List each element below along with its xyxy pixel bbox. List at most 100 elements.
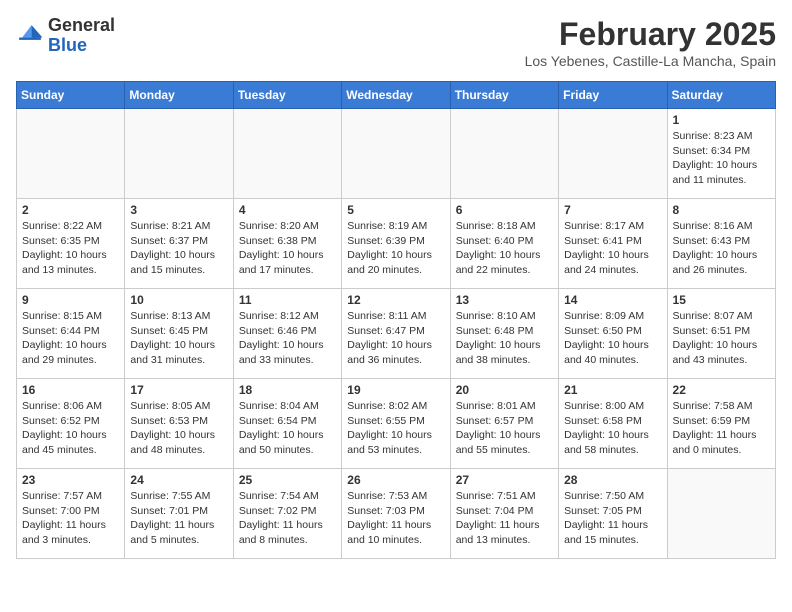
day-number: 8 <box>673 203 770 217</box>
day-info: Sunrise: 7:51 AM Sunset: 7:04 PM Dayligh… <box>456 489 553 548</box>
day-number: 21 <box>564 383 661 397</box>
calendar-day-cell <box>559 109 667 199</box>
month-year: February 2025 <box>525 16 776 53</box>
logo-icon <box>16 22 44 50</box>
day-number: 16 <box>22 383 119 397</box>
calendar-day-cell <box>342 109 450 199</box>
calendar-day-cell: 22Sunrise: 7:58 AM Sunset: 6:59 PM Dayli… <box>667 379 775 469</box>
calendar-week-row: 1Sunrise: 8:23 AM Sunset: 6:34 PM Daylig… <box>17 109 776 199</box>
calendar-week-row: 23 Sunrise: 7:57 AM Sunset: 7:00 PM Dayli… <box>17 469 776 559</box>
calendar-day-cell: 10 Sunrise: 8:13 AM Sunset: 6:45 PM Dayli… <box>125 289 233 379</box>
day-number: 13 <box>456 293 553 307</box>
logo: General Blue <box>16 16 115 56</box>
calendar-day-cell <box>233 109 341 199</box>
day-info: Sunrise: 8:13 AM Sunset: 6:45 PM Dayligh… <box>130 309 227 368</box>
day-info: Sunrise: 8:21 AM Sunset: 6:37 PM Dayligh… <box>130 219 227 278</box>
calendar-day-cell <box>17 109 125 199</box>
day-info: Sunrise: 8:22 AM Sunset: 6:35 PM Dayligh… <box>22 219 119 278</box>
day-info: Sunrise: 7:50 AM Sunset: 7:05 PM Dayligh… <box>564 489 661 548</box>
calendar-day-cell: 6 Sunrise: 8:18 AM Sunset: 6:40 PM Daylig… <box>450 199 558 289</box>
day-info: Sunrise: 8:20 AM Sunset: 6:38 PM Dayligh… <box>239 219 336 278</box>
logo-text: General Blue <box>48 16 115 56</box>
calendar-day-cell: 12 Sunrise: 8:11 AM Sunset: 6:47 PM Dayli… <box>342 289 450 379</box>
day-number: 10 <box>130 293 227 307</box>
day-info: Sunrise: 8:06 AM Sunset: 6:52 PM Dayligh… <box>22 399 119 458</box>
day-number: 27 <box>456 473 553 487</box>
day-number: 15 <box>673 293 770 307</box>
weekday-header: Saturday <box>667 82 775 109</box>
day-number: 20 <box>456 383 553 397</box>
day-number: 12 <box>347 293 444 307</box>
title-block: February 2025 Los Yebenes, Castille-La M… <box>525 16 776 69</box>
day-info: Sunrise: 8:11 AM Sunset: 6:47 PM Dayligh… <box>347 309 444 368</box>
day-number: 25 <box>239 473 336 487</box>
calendar-day-cell: 27 Sunrise: 7:51 AM Sunset: 7:04 PM Dayli… <box>450 469 558 559</box>
calendar-day-cell: 14 Sunrise: 8:09 AM Sunset: 6:50 PM Dayli… <box>559 289 667 379</box>
day-info: Sunrise: 7:55 AM Sunset: 7:01 PM Dayligh… <box>130 489 227 548</box>
day-number: 5 <box>347 203 444 217</box>
day-info: Sunrise: 8:09 AM Sunset: 6:50 PM Dayligh… <box>564 309 661 368</box>
calendar-day-cell: 8 Sunrise: 8:16 AM Sunset: 6:43 PM Daylig… <box>667 199 775 289</box>
calendar-week-row: 9 Sunrise: 8:15 AM Sunset: 6:44 PM Daylig… <box>17 289 776 379</box>
calendar-day-cell: 20 Sunrise: 8:01 AM Sunset: 6:57 PM Dayli… <box>450 379 558 469</box>
calendar-week-row: 2 Sunrise: 8:22 AM Sunset: 6:35 PM Daylig… <box>17 199 776 289</box>
day-info: Sunrise: 7:58 AM Sunset: 6:59 PM Dayligh… <box>673 399 770 458</box>
calendar-day-cell: 25Sunrise: 7:54 AM Sunset: 7:02 PM Dayli… <box>233 469 341 559</box>
day-number: 19 <box>347 383 444 397</box>
day-number: 11 <box>239 293 336 307</box>
calendar-day-cell: 7 Sunrise: 8:17 AM Sunset: 6:41 PM Daylig… <box>559 199 667 289</box>
weekday-header: Wednesday <box>342 82 450 109</box>
day-info: Sunrise: 8:01 AM Sunset: 6:57 PM Dayligh… <box>456 399 553 458</box>
day-number: 17 <box>130 383 227 397</box>
calendar-day-cell: 21 Sunrise: 8:00 AM Sunset: 6:58 PM Dayli… <box>559 379 667 469</box>
day-info: Sunrise: 8:15 AM Sunset: 6:44 PM Dayligh… <box>22 309 119 368</box>
day-number: 14 <box>564 293 661 307</box>
day-info: Sunrise: 8:19 AM Sunset: 6:39 PM Dayligh… <box>347 219 444 278</box>
calendar-day-cell: 13 Sunrise: 8:10 AM Sunset: 6:48 PM Dayli… <box>450 289 558 379</box>
calendar-day-cell: 5 Sunrise: 8:19 AM Sunset: 6:39 PM Daylig… <box>342 199 450 289</box>
day-info: Sunrise: 8:17 AM Sunset: 6:41 PM Dayligh… <box>564 219 661 278</box>
calendar-day-cell <box>450 109 558 199</box>
calendar-day-cell: 1Sunrise: 8:23 AM Sunset: 6:34 PM Daylig… <box>667 109 775 199</box>
calendar-day-cell: 26 Sunrise: 7:53 AM Sunset: 7:03 PM Dayli… <box>342 469 450 559</box>
weekday-header-row: SundayMondayTuesdayWednesdayThursdayFrid… <box>17 82 776 109</box>
calendar-week-row: 16 Sunrise: 8:06 AM Sunset: 6:52 PM Dayli… <box>17 379 776 469</box>
day-number: 6 <box>456 203 553 217</box>
day-number: 23 <box>22 473 119 487</box>
day-info: Sunrise: 8:07 AM Sunset: 6:51 PM Dayligh… <box>673 309 770 368</box>
day-number: 26 <box>347 473 444 487</box>
day-info: Sunrise: 8:18 AM Sunset: 6:40 PM Dayligh… <box>456 219 553 278</box>
day-info: Sunrise: 7:57 AM Sunset: 7:00 PM Dayligh… <box>22 489 119 548</box>
weekday-header: Tuesday <box>233 82 341 109</box>
weekday-header: Friday <box>559 82 667 109</box>
day-info: Sunrise: 7:53 AM Sunset: 7:03 PM Dayligh… <box>347 489 444 548</box>
day-info: Sunrise: 8:05 AM Sunset: 6:53 PM Dayligh… <box>130 399 227 458</box>
day-info: Sunrise: 8:10 AM Sunset: 6:48 PM Dayligh… <box>456 309 553 368</box>
calendar-day-cell: 28Sunrise: 7:50 AM Sunset: 7:05 PM Dayli… <box>559 469 667 559</box>
weekday-header: Monday <box>125 82 233 109</box>
calendar-table: SundayMondayTuesdayWednesdayThursdayFrid… <box>16 81 776 559</box>
calendar-day-cell: 9 Sunrise: 8:15 AM Sunset: 6:44 PM Daylig… <box>17 289 125 379</box>
calendar-day-cell: 24 Sunrise: 7:55 AM Sunset: 7:01 PM Dayli… <box>125 469 233 559</box>
day-info: Sunrise: 8:00 AM Sunset: 6:58 PM Dayligh… <box>564 399 661 458</box>
day-info: Sunrise: 8:12 AM Sunset: 6:46 PM Dayligh… <box>239 309 336 368</box>
day-number: 24 <box>130 473 227 487</box>
day-info: Sunrise: 8:23 AM Sunset: 6:34 PM Dayligh… <box>673 129 770 188</box>
calendar-day-cell <box>125 109 233 199</box>
weekday-header: Sunday <box>17 82 125 109</box>
page-header: General Blue February 2025 Los Yebenes, … <box>16 16 776 69</box>
weekday-header: Thursday <box>450 82 558 109</box>
day-number: 4 <box>239 203 336 217</box>
calendar-day-cell: 23 Sunrise: 7:57 AM Sunset: 7:00 PM Dayli… <box>17 469 125 559</box>
location: Los Yebenes, Castille-La Mancha, Spain <box>525 53 776 69</box>
day-number: 2 <box>22 203 119 217</box>
calendar-day-cell <box>667 469 775 559</box>
calendar-day-cell: 17 Sunrise: 8:05 AM Sunset: 6:53 PM Dayli… <box>125 379 233 469</box>
day-info: Sunrise: 8:02 AM Sunset: 6:55 PM Dayligh… <box>347 399 444 458</box>
day-info: Sunrise: 8:04 AM Sunset: 6:54 PM Dayligh… <box>239 399 336 458</box>
day-number: 7 <box>564 203 661 217</box>
day-number: 9 <box>22 293 119 307</box>
calendar-day-cell: 11 Sunrise: 8:12 AM Sunset: 6:46 PM Dayli… <box>233 289 341 379</box>
calendar-day-cell: 19 Sunrise: 8:02 AM Sunset: 6:55 PM Dayli… <box>342 379 450 469</box>
day-info: Sunrise: 8:16 AM Sunset: 6:43 PM Dayligh… <box>673 219 770 278</box>
